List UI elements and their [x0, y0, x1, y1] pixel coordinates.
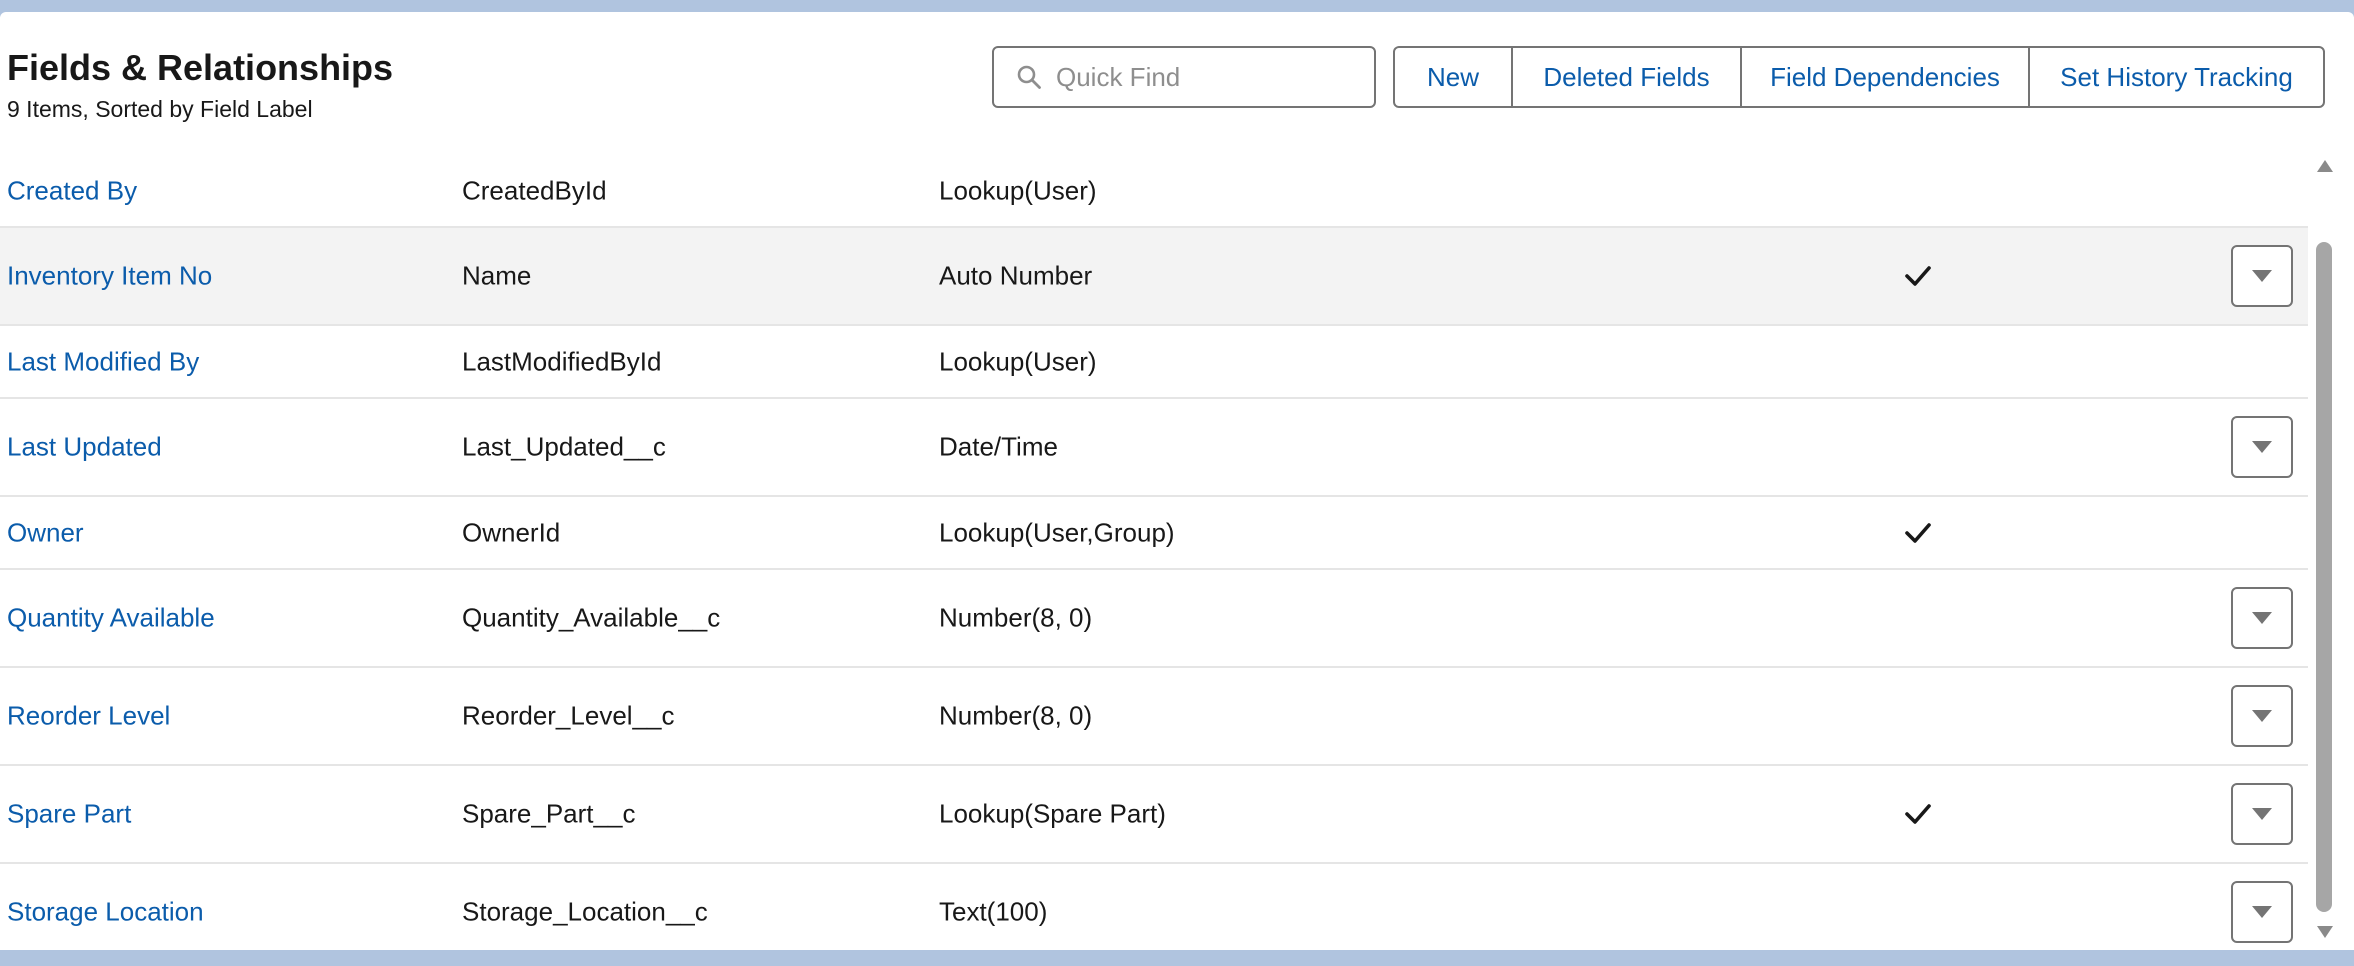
table-row: Reorder Level Reorder_Level__c Number(8,… [0, 668, 2308, 766]
chevron-down-icon [2252, 808, 2272, 820]
table-row: Storage Location Storage_Location__c Tex… [0, 864, 2308, 950]
page-title: Fields & Relationships [7, 47, 394, 88]
scroll-up-arrow-icon[interactable] [2317, 160, 2333, 172]
field-data-type: Lookup(User,Group) [939, 517, 1175, 547]
chevron-down-icon [2252, 612, 2272, 624]
field-label-link[interactable]: Spare Part [7, 799, 131, 830]
row-actions-button[interactable] [2231, 783, 2293, 845]
field-dependencies-button[interactable]: Field Dependencies [1742, 48, 2030, 106]
row-actions-button[interactable] [2231, 881, 2293, 943]
indexed-check-icon [1905, 266, 1931, 286]
table-row: Last Updated Last_Updated__c Date/Time [0, 399, 2308, 497]
field-api-name: OwnerId [462, 517, 561, 547]
field-label-link[interactable]: Storage Location [7, 897, 204, 928]
field-label-link[interactable]: Last Updated [7, 432, 162, 463]
table-row: Spare Part Spare_Part__c Lookup(Spare Pa… [0, 766, 2308, 864]
toolbar-button-group: New Deleted Fields Field Dependencies Se… [1393, 46, 2325, 108]
quick-find-box[interactable] [992, 46, 1376, 108]
table-row: Last Modified By LastModifiedById Lookup… [0, 326, 2308, 399]
search-icon [1017, 65, 1041, 89]
field-data-type: Lookup(Spare Part) [939, 798, 1166, 829]
field-label-link[interactable]: Quantity Available [7, 603, 215, 634]
field-label-link[interactable]: Created By [7, 176, 137, 207]
field-label-link[interactable]: Reorder Level [7, 701, 170, 732]
indexed-check-icon [1905, 522, 1931, 543]
chevron-down-icon [2252, 710, 2272, 722]
field-api-name: Last_Updated__c [462, 431, 666, 462]
field-data-type: Date/Time [939, 431, 1058, 462]
field-label-link[interactable]: Owner [7, 517, 84, 548]
new-button[interactable]: New [1395, 48, 1513, 106]
field-data-type: Number(8, 0) [939, 700, 1093, 731]
field-api-name: CreatedById [462, 175, 607, 206]
field-data-type: Auto Number [939, 260, 1093, 291]
field-api-name: Reorder_Level__c [462, 700, 675, 731]
item-count-summary: 9 Items, Sorted by Field Label [7, 96, 313, 122]
field-data-type: Number(8, 0) [939, 602, 1093, 633]
row-actions-button[interactable] [2231, 685, 2293, 747]
chevron-down-icon [2252, 906, 2272, 918]
table-row: Inventory Item No Name Auto Number [0, 228, 2308, 326]
field-label-link[interactable]: Last Modified By [7, 346, 199, 377]
chevron-down-icon [2252, 270, 2272, 282]
scrollbar-thumb[interactable] [2316, 242, 2332, 912]
field-label-link[interactable]: Inventory Item No [7, 261, 212, 292]
fields-table: Created By CreatedById Lookup(User) Inve… [0, 156, 2308, 950]
row-actions-button[interactable] [2231, 416, 2293, 478]
field-data-type: Text(100) [939, 896, 1048, 927]
fields-relationships-panel: Fields & Relationships 9 Items, Sorted b… [0, 12, 2354, 950]
field-api-name: LastModifiedById [462, 346, 662, 376]
page-backdrop-bottom [0, 950, 2354, 966]
field-api-name: Spare_Part__c [462, 798, 636, 829]
field-data-type: Lookup(User) [939, 175, 1097, 206]
row-actions-button[interactable] [2231, 587, 2293, 649]
quick-find-input[interactable] [1056, 61, 1336, 93]
table-row: Created By CreatedById Lookup(User) [0, 156, 2308, 228]
set-history-tracking-button[interactable]: Set History Tracking [2030, 48, 2323, 106]
field-api-name: Storage_Location__c [462, 896, 708, 927]
table-row: Owner OwnerId Lookup(User,Group) [0, 497, 2308, 570]
field-api-name: Name [462, 260, 532, 291]
deleted-fields-button[interactable]: Deleted Fields [1513, 48, 1742, 106]
chevron-down-icon [2252, 441, 2272, 453]
field-data-type: Lookup(User) [939, 346, 1097, 376]
row-actions-button[interactable] [2231, 245, 2293, 307]
indexed-check-icon [1905, 804, 1931, 824]
page-backdrop-top [0, 0, 2354, 12]
field-api-name: Quantity_Available__c [462, 602, 721, 633]
table-row: Quantity Available Quantity_Available__c… [0, 570, 2308, 668]
scroll-down-arrow-icon[interactable] [2317, 926, 2333, 938]
vertical-scrollbar[interactable] [2314, 156, 2336, 950]
